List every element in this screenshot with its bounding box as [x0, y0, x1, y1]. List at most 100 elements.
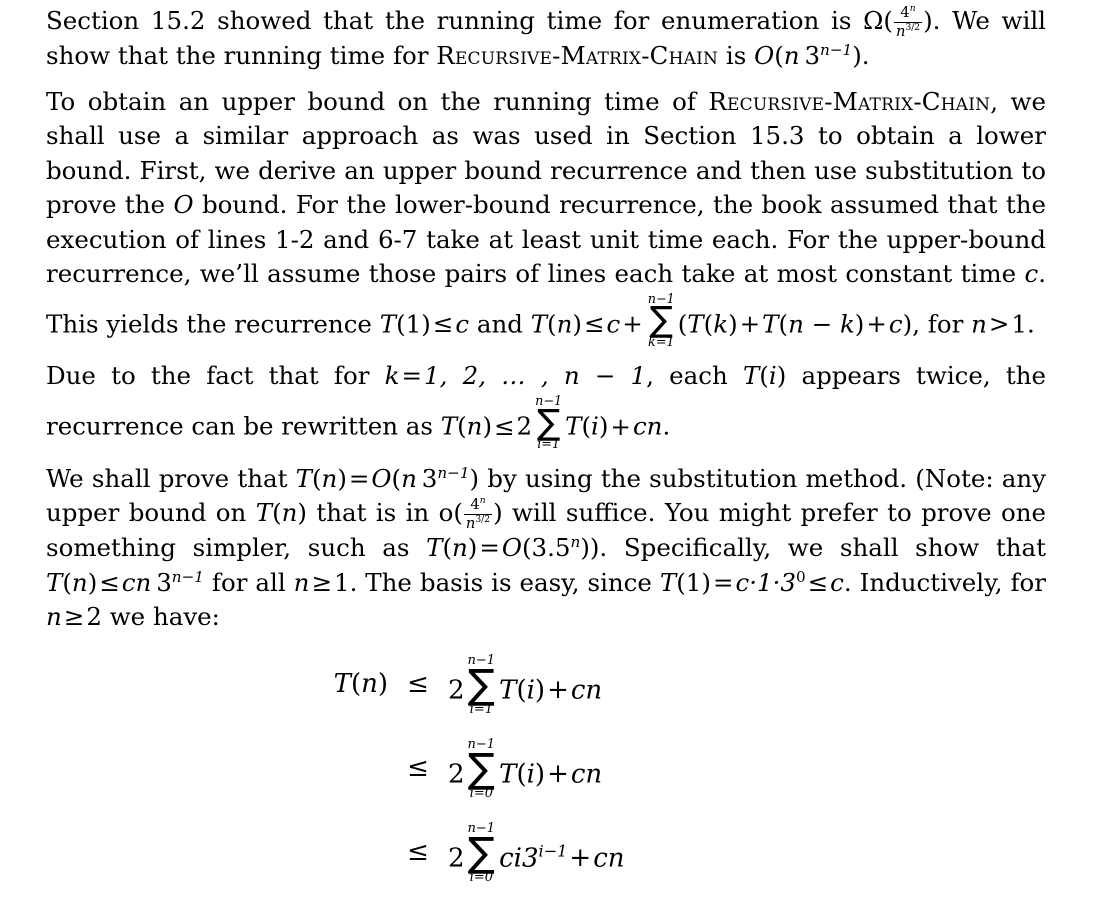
p1-bigo-three: 3 [804, 41, 821, 71]
algorithm-name-recursive-matrix-chain: Recursive-Matrix-Chain [708, 86, 991, 116]
eq2-term-arg: i [526, 759, 535, 790]
frac-num-exponent: n [479, 496, 486, 507]
p4-Tn-arg: n [321, 463, 338, 493]
frac-num-base: 4 [470, 496, 480, 514]
p2-body-T: T [687, 309, 704, 339]
frac-den-exponent: 3/2 [475, 514, 491, 525]
p2-T1-arg: 1 [405, 309, 422, 339]
p4-le-1: ≤ [99, 567, 120, 597]
eq1-term-open: ( [516, 675, 527, 706]
p3-Ti: T [742, 361, 760, 391]
p2-gt: > [988, 309, 1010, 339]
p2-body-k-close: ) [728, 309, 738, 339]
p2-body-nk-open: ( [778, 309, 789, 339]
document-body: Section 15.2 showed that the running tim… [46, 4, 1046, 635]
p4-Tn4-arg: n [71, 567, 88, 597]
p4-text-8: . Inductively, for [843, 567, 1046, 597]
p2-constant-c: c [1024, 259, 1039, 289]
p2-text-7: . [1027, 309, 1035, 339]
p4-Tn2: T [255, 498, 273, 528]
eq1-lhs-fn: T [333, 669, 351, 699]
equation-relation-1: ≤ [407, 669, 429, 699]
p3-Tn: T [440, 411, 458, 441]
eq2-term-close: ) [534, 759, 546, 790]
paragraph-2: To obtain an upper bound on the running … [46, 85, 1046, 351]
eq2-term-fn: T [499, 759, 517, 790]
equation-row-1: T(n) ≤ 2 n−1 ∑ i=1 T(i)+cn [0, 642, 1096, 726]
p3-two: 2 [516, 411, 533, 441]
p2-plus-1: + [622, 309, 643, 339]
p2-bigo: O [173, 190, 194, 220]
p4-text-9: we have: [101, 602, 220, 632]
p4-bigo-open: ( [391, 463, 402, 493]
equation-relation-2: ≤ [407, 753, 429, 783]
p4-eq-3: = [712, 567, 734, 597]
document-page: Section 15.2 showed that the running tim… [0, 0, 1096, 899]
p4-bigo-exponent: n−1 [437, 463, 470, 482]
p4-bigo2-exponent: n [570, 533, 581, 552]
p2-one: 1 [1011, 309, 1027, 339]
p4-eq-1: = [348, 463, 370, 493]
p2-T1-open: ( [396, 309, 406, 339]
p3-Tn-open: ( [457, 411, 467, 441]
p4-three-exponent: n−1 [171, 567, 204, 586]
p2-Tn-close: ) [572, 309, 582, 339]
paragraph-1: Section 15.2 showed that the running tim… [46, 4, 1046, 74]
p4-bigo2: O [501, 533, 522, 563]
p2-body-k: k [713, 309, 729, 339]
fraction-denominator: n3/2 [464, 515, 492, 532]
p2-text-5: and [469, 309, 531, 339]
p2-Tn: T [530, 309, 548, 339]
eq1-term-close: ) [534, 675, 546, 706]
p4-bigo-three: 3 [421, 463, 438, 493]
p2-le-1: ≤ [432, 309, 454, 339]
p2-text-3: bound. For the lower-bound recurrence, t… [46, 190, 1046, 289]
p3-Ti2-arg: i [591, 411, 599, 441]
eq3-plus: + [569, 843, 592, 874]
p4-c: c [830, 567, 844, 597]
frac-num-exponent: n [909, 4, 916, 15]
algorithm-name-recursive-matrix-chain: Recursive-Matrix-Chain [436, 41, 719, 71]
p4-text-3: that is in o [306, 498, 454, 528]
p4-bigo-close: ) [469, 463, 480, 493]
p4-o-close: ) [493, 498, 503, 528]
p4-n-var2: n [46, 602, 62, 632]
p3-k: k [384, 361, 400, 391]
equation-row-3: ≤ 2 n−1 ∑ i=0 ci3i−1+cn [0, 810, 1096, 894]
eq1-term-fn: T [499, 675, 517, 706]
sigma-icon: ∑ [467, 660, 495, 708]
p2-body-T2: T [762, 309, 779, 339]
p3-Ti2-open: ( [581, 411, 592, 441]
p4-basis: c·1·3 [735, 567, 796, 597]
p2-T1: T [379, 309, 397, 339]
p2-c2: c [455, 309, 470, 339]
eq3-term-fn: ci3 [499, 843, 539, 874]
p4-two: 2 [86, 602, 102, 632]
eq1-coefficient: 2 [448, 675, 465, 706]
eq1-term-arg: i [526, 675, 535, 706]
sum-lower-limit: i=1 [537, 437, 561, 453]
p3-cn: cn [632, 411, 663, 441]
eq1-lhs-arg: n [361, 669, 378, 699]
p4-T1-arg: 1 [685, 567, 702, 597]
equation-relation-3: ≤ [407, 837, 429, 867]
sum-lower-limit: k=1 [647, 335, 675, 351]
sigma-icon: ∑ [467, 828, 495, 876]
sigma-icon: ∑ [536, 402, 561, 443]
p1-rparen: ) [923, 6, 933, 35]
p4-ge-1: ≥ [311, 567, 332, 597]
display-equation-block: T(n) ≤ 2 n−1 ∑ i=1 T(i)+cn ≤ 2 n−1 ∑ i=0 T(i)+cn… [0, 642, 1096, 894]
sigma-icon: ∑ [467, 744, 495, 792]
p1-bigo-close: ) [852, 41, 862, 71]
p4-Tn3: T [426, 533, 443, 563]
p4-bigo2-value: 3.5 [531, 533, 571, 563]
p4-o-open: ( [453, 498, 463, 528]
p2-Tn-open: ( [547, 309, 557, 339]
sum-lower-limit: i=0 [469, 869, 493, 885]
eq2-coefficient: 2 [448, 759, 465, 790]
p4-Tn3-open: ( [442, 533, 453, 563]
fraction-numerator: 4n [893, 4, 923, 23]
p4-Tn-open: ( [311, 463, 322, 493]
p4-text-7: . The basis is easy, since [349, 567, 660, 597]
p4-bigo: O [371, 463, 392, 493]
